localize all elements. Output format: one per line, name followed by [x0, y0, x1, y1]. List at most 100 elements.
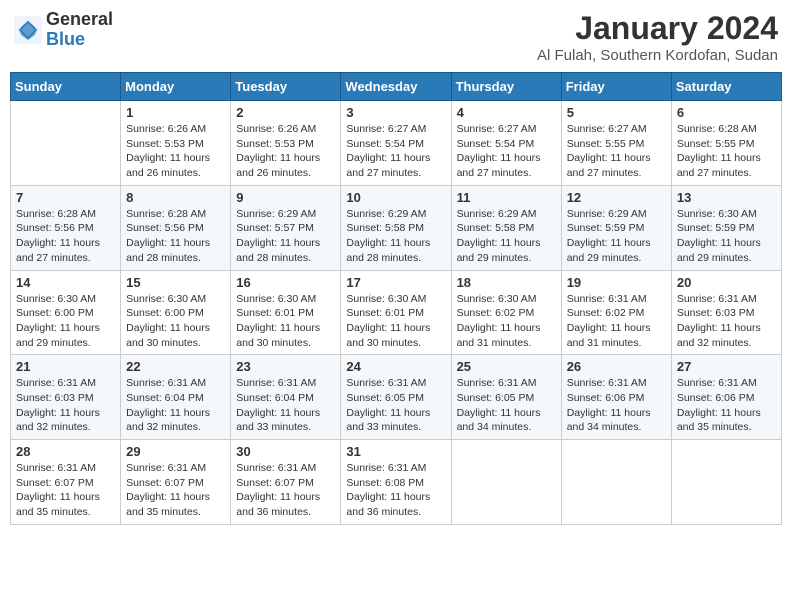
day-info: Sunrise: 6:31 AMSunset: 6:02 PMDaylight:…	[567, 292, 666, 351]
calendar-cell: 1 Sunrise: 6:26 AMSunset: 5:53 PMDaylight…	[121, 101, 231, 186]
day-info: Sunrise: 6:31 AMSunset: 6:07 PMDaylight:…	[126, 461, 225, 520]
calendar-cell: 13Sunrise: 6:30 AMSunset: 5:59 PMDayligh…	[671, 185, 781, 270]
day-number: 22	[126, 359, 225, 374]
calendar-cell: 25Sunrise: 6:31 AMSunset: 6:05 PMDayligh…	[451, 355, 561, 440]
day-number: 29	[126, 444, 225, 459]
page-header: General Blue January 2024 Al Fulah, Sout…	[10, 10, 782, 64]
day-info: Sunrise: 6:28 AMSunset: 5:56 PMDaylight:…	[126, 207, 225, 266]
logo-icon	[14, 16, 42, 44]
calendar-cell	[451, 440, 561, 525]
day-info: Sunrise: 6:31 AMSunset: 6:06 PMDaylight:…	[567, 376, 666, 435]
day-info: Sunrise: 6:31 AMSunset: 6:05 PMDaylight:…	[346, 376, 445, 435]
calendar-cell	[561, 440, 671, 525]
day-info: Sunrise: 6:31 AMSunset: 6:04 PMDaylight:…	[126, 376, 225, 435]
day-header-tuesday: Tuesday	[231, 73, 341, 101]
day-number: 30	[236, 444, 335, 459]
day-number: 11	[457, 190, 556, 205]
calendar-cell: 7 Sunrise: 6:28 AMSunset: 5:56 PMDaylight…	[11, 185, 121, 270]
day-header-monday: Monday	[121, 73, 231, 101]
day-info: Sunrise: 6:31 AMSunset: 6:08 PMDaylight:…	[346, 461, 445, 520]
calendar-table: SundayMondayTuesdayWednesdayThursdayFrid…	[10, 72, 782, 525]
day-number: 18	[457, 275, 556, 290]
day-number: 27	[677, 359, 776, 374]
day-number: 21	[16, 359, 115, 374]
calendar-cell: 22 Sunrise: 6:31 AMSunset: 6:04 PMDayligh…	[121, 355, 231, 440]
day-info: Sunrise: 6:29 AMSunset: 5:58 PMDaylight:…	[457, 207, 556, 266]
day-info: Sunrise: 6:26 AMSunset: 5:53 PMDaylight:…	[126, 122, 225, 181]
day-info: Sunrise: 6:28 AMSunset: 5:55 PMDaylight:…	[677, 122, 776, 181]
day-number: 19	[567, 275, 666, 290]
day-number: 16	[236, 275, 335, 290]
day-number: 14	[16, 275, 115, 290]
day-number: 10	[346, 190, 445, 205]
calendar-week-row: 7 Sunrise: 6:28 AMSunset: 5:56 PMDaylight…	[11, 185, 782, 270]
logo-text: General Blue	[46, 10, 113, 50]
logo-blue: Blue	[46, 30, 113, 50]
calendar-header-row: SundayMondayTuesdayWednesdayThursdayFrid…	[11, 73, 782, 101]
day-header-wednesday: Wednesday	[341, 73, 451, 101]
calendar-week-row: 28 Sunrise: 6:31 AMSunset: 6:07 PMDayligh…	[11, 440, 782, 525]
day-info: Sunrise: 6:30 AMSunset: 6:02 PMDaylight:…	[457, 292, 556, 351]
day-info: Sunrise: 6:30 AMSunset: 6:00 PMDaylight:…	[126, 292, 225, 351]
location-subtitle: Al Fulah, Southern Kordofan, Sudan	[537, 47, 778, 64]
calendar-cell: 17Sunrise: 6:30 AMSunset: 6:01 PMDayligh…	[341, 270, 451, 355]
day-header-friday: Friday	[561, 73, 671, 101]
day-number: 2	[236, 105, 335, 120]
calendar-cell: 9Sunrise: 6:29 AMSunset: 5:57 PMDaylight…	[231, 185, 341, 270]
calendar-cell: 28 Sunrise: 6:31 AMSunset: 6:07 PMDayligh…	[11, 440, 121, 525]
calendar-cell: 4Sunrise: 6:27 AMSunset: 5:54 PMDaylight…	[451, 101, 561, 186]
calendar-cell	[671, 440, 781, 525]
logo-general: General	[46, 10, 113, 30]
calendar-cell: 20Sunrise: 6:31 AMSunset: 6:03 PMDayligh…	[671, 270, 781, 355]
calendar-cell: 14 Sunrise: 6:30 AMSunset: 6:00 PMDayligh…	[11, 270, 121, 355]
calendar-cell: 15 Sunrise: 6:30 AMSunset: 6:00 PMDayligh…	[121, 270, 231, 355]
day-number: 31	[346, 444, 445, 459]
calendar-cell: 2 Sunrise: 6:26 AMSunset: 5:53 PMDaylight…	[231, 101, 341, 186]
day-number: 1	[126, 105, 225, 120]
day-info: Sunrise: 6:31 AMSunset: 6:07 PMDaylight:…	[16, 461, 115, 520]
day-number: 3	[346, 105, 445, 120]
day-info: Sunrise: 6:31 AMSunset: 6:03 PMDaylight:…	[16, 376, 115, 435]
day-info: Sunrise: 6:27 AMSunset: 5:55 PMDaylight:…	[567, 122, 666, 181]
day-info: Sunrise: 6:28 AMSunset: 5:56 PMDaylight:…	[16, 207, 115, 266]
day-header-thursday: Thursday	[451, 73, 561, 101]
calendar-week-row: 1 Sunrise: 6:26 AMSunset: 5:53 PMDaylight…	[11, 101, 782, 186]
day-info: Sunrise: 6:30 AMSunset: 5:59 PMDaylight:…	[677, 207, 776, 266]
calendar-cell: 12Sunrise: 6:29 AMSunset: 5:59 PMDayligh…	[561, 185, 671, 270]
day-info: Sunrise: 6:31 AMSunset: 6:05 PMDaylight:…	[457, 376, 556, 435]
calendar-cell: 6Sunrise: 6:28 AMSunset: 5:55 PMDaylight…	[671, 101, 781, 186]
day-info: Sunrise: 6:30 AMSunset: 6:01 PMDaylight:…	[346, 292, 445, 351]
calendar-cell: 26 Sunrise: 6:31 AMSunset: 6:06 PMDayligh…	[561, 355, 671, 440]
day-info: Sunrise: 6:31 AMSunset: 6:03 PMDaylight:…	[677, 292, 776, 351]
day-number: 26	[567, 359, 666, 374]
calendar-cell: 23Sunrise: 6:31 AMSunset: 6:04 PMDayligh…	[231, 355, 341, 440]
calendar-cell: 30Sunrise: 6:31 AMSunset: 6:07 PMDayligh…	[231, 440, 341, 525]
calendar-cell: 16 Sunrise: 6:30 AMSunset: 6:01 PMDayligh…	[231, 270, 341, 355]
day-number: 28	[16, 444, 115, 459]
day-number: 7	[16, 190, 115, 205]
day-number: 15	[126, 275, 225, 290]
calendar-cell	[11, 101, 121, 186]
calendar-week-row: 14 Sunrise: 6:30 AMSunset: 6:00 PMDayligh…	[11, 270, 782, 355]
day-info: Sunrise: 6:29 AMSunset: 5:57 PMDaylight:…	[236, 207, 335, 266]
day-header-saturday: Saturday	[671, 73, 781, 101]
day-info: Sunrise: 6:30 AMSunset: 6:01 PMDaylight:…	[236, 292, 335, 351]
day-info: Sunrise: 6:31 AMSunset: 6:04 PMDaylight:…	[236, 376, 335, 435]
day-header-sunday: Sunday	[11, 73, 121, 101]
day-info: Sunrise: 6:30 AMSunset: 6:00 PMDaylight:…	[16, 292, 115, 351]
day-number: 8	[126, 190, 225, 205]
calendar-cell: 19 Sunrise: 6:31 AMSunset: 6:02 PMDayligh…	[561, 270, 671, 355]
day-info: Sunrise: 6:27 AMSunset: 5:54 PMDaylight:…	[346, 122, 445, 181]
day-info: Sunrise: 6:26 AMSunset: 5:53 PMDaylight:…	[236, 122, 335, 181]
calendar-cell: 5Sunrise: 6:27 AMSunset: 5:55 PMDaylight…	[561, 101, 671, 186]
day-number: 24	[346, 359, 445, 374]
calendar-cell: 29 Sunrise: 6:31 AMSunset: 6:07 PMDayligh…	[121, 440, 231, 525]
logo: General Blue	[14, 10, 113, 50]
month-year-title: January 2024	[537, 10, 778, 47]
day-info: Sunrise: 6:31 AMSunset: 6:06 PMDaylight:…	[677, 376, 776, 435]
calendar-cell: 3 Sunrise: 6:27 AMSunset: 5:54 PMDaylight…	[341, 101, 451, 186]
calendar-cell: 10Sunrise: 6:29 AMSunset: 5:58 PMDayligh…	[341, 185, 451, 270]
calendar-cell: 18 Sunrise: 6:30 AMSunset: 6:02 PMDayligh…	[451, 270, 561, 355]
day-number: 4	[457, 105, 556, 120]
calendar-cell: 24 Sunrise: 6:31 AMSunset: 6:05 PMDayligh…	[341, 355, 451, 440]
